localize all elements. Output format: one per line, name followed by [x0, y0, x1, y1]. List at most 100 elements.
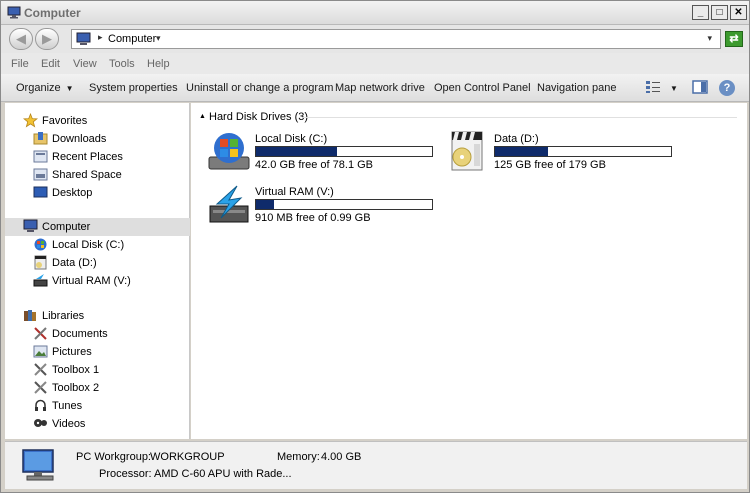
explorer-window: Computer _ □ ✕ ◀ ▶ ▸ Computer ▾ ▾ ⇄ File… — [0, 0, 750, 493]
menu-help[interactable]: Help — [147, 58, 170, 70]
computer-icon — [22, 449, 54, 481]
nav-item-desktop[interactable]: Desktop — [5, 184, 190, 202]
memory-value: 4.00 GB — [321, 451, 362, 463]
menu-view[interactable]: View — [73, 58, 97, 70]
shared-folder-icon — [33, 168, 48, 181]
nav-item-label: Data (D:) — [52, 257, 97, 269]
data-drive-icon — [34, 255, 47, 270]
uninstall-program-button[interactable]: Uninstall or change a program — [186, 82, 333, 94]
refresh-button[interactable]: ⇄ — [725, 31, 743, 47]
processor-label: Processor: — [99, 468, 152, 480]
address-row: ◀ ▶ ▸ Computer ▾ ▾ ⇄ — [1, 25, 749, 53]
back-button[interactable]: ◀ — [9, 28, 33, 50]
nav-favorites[interactable]: Favorites — [5, 112, 190, 130]
data-drive-icon — [451, 131, 483, 171]
menu-file[interactable]: File — [11, 58, 29, 70]
windows-drive-icon — [34, 238, 47, 251]
headphones-icon — [35, 399, 46, 411]
nav-computer[interactable]: Computer — [5, 218, 190, 236]
computer-icon — [7, 6, 21, 19]
navigation-pane-button[interactable]: Navigation pane — [537, 82, 617, 94]
nav-item-toolbox-2[interactable]: Toolbox 2 — [5, 379, 190, 397]
map-network-drive-button[interactable]: Map network drive — [335, 82, 425, 94]
nav-libraries-label: Libraries — [42, 310, 85, 322]
drive-local-disk[interactable]: Local Disk (C:) 42.0 GB free of 78.1 GB — [207, 129, 437, 173]
drive-free-space: 910 MB free of 0.99 GB — [255, 212, 371, 224]
processor-value: AMD C-60 APU with Rade... — [154, 468, 292, 480]
nav-favorites-label: Favorites — [42, 115, 88, 127]
drive-free-space: 125 GB free of 179 GB — [494, 159, 606, 171]
nav-item-label: Videos — [52, 418, 86, 430]
nav-item-label: Downloads — [52, 133, 107, 145]
documents-icon — [34, 327, 47, 340]
drive-usage-fill — [495, 147, 548, 156]
command-bar: Organize ▼ System properties Uninstall or… — [1, 74, 749, 102]
downloads-folder-icon — [33, 132, 48, 145]
nav-item-label: Documents — [52, 328, 108, 340]
change-view-icon[interactable] — [645, 80, 661, 94]
address-history-dropdown-icon[interactable]: ▾ — [707, 33, 712, 44]
close-button[interactable]: ✕ — [730, 5, 747, 20]
pictures-icon — [33, 345, 48, 358]
group-header[interactable]: Hard Disk Drives (3) — [209, 111, 308, 123]
system-properties-button[interactable]: System properties — [89, 82, 178, 94]
nav-item-documents[interactable]: Documents — [5, 325, 190, 343]
title-bar[interactable]: Computer _ □ ✕ — [1, 1, 749, 25]
address-bar[interactable]: ▸ Computer ▾ ▾ — [71, 29, 721, 49]
drive-name: Local Disk (C:) — [255, 133, 328, 145]
nav-item-label: Pictures — [52, 346, 92, 358]
drive-usage-bar — [255, 146, 433, 157]
help-button[interactable]: ? — [719, 80, 735, 96]
nav-item-videos[interactable]: Videos — [5, 415, 190, 433]
star-icon — [23, 113, 38, 128]
computer-icon — [76, 32, 91, 45]
nav-item-local-disk[interactable]: Local Disk (C:) — [5, 236, 190, 254]
workgroup-value: WORKGROUP — [150, 451, 225, 463]
maximize-button[interactable]: □ — [711, 5, 728, 20]
preview-pane-icon[interactable] — [692, 80, 708, 94]
drive-name: Virtual RAM (V:) — [255, 186, 334, 198]
tools-icon — [34, 381, 47, 394]
breadcrumb-computer[interactable]: Computer — [108, 33, 156, 45]
nav-item-downloads[interactable]: Downloads — [5, 130, 190, 148]
nav-item-shared-space[interactable]: Shared Space — [5, 166, 190, 184]
nav-item-label: Toolbox 1 — [52, 364, 100, 376]
drive-data[interactable]: Data (D:) 125 GB free of 179 GB — [446, 129, 676, 173]
window-title: Computer — [24, 6, 81, 20]
chevron-down-icon: ▼ — [65, 84, 74, 93]
nav-item-label: Virtual RAM (V:) — [52, 275, 131, 287]
nav-item-label: Local Disk (C:) — [52, 239, 125, 251]
nav-item-tunes[interactable]: Tunes — [5, 397, 190, 415]
nav-libraries[interactable]: Libraries — [5, 307, 190, 325]
drive-free-space: 42.0 GB free of 78.1 GB — [255, 159, 374, 171]
virtual-ram-drive-icon — [33, 274, 48, 287]
breadcrumb-dropdown-icon[interactable]: ▾ — [156, 33, 161, 44]
organize-label: Organize — [16, 82, 61, 94]
details-pane: PC Workgroup: WORKGROUP Memory: 4.00 GB … — [5, 441, 747, 489]
nav-item-recent-places[interactable]: Recent Places — [5, 148, 190, 166]
drive-usage-fill — [256, 147, 337, 156]
forward-button[interactable]: ▶ — [35, 28, 59, 50]
organize-button[interactable]: Organize ▼ — [16, 82, 74, 94]
content-area: ▲ Hard Disk Drives (3) Local Disk (C:) 4… — [191, 103, 747, 439]
breadcrumb-separator[interactable]: ▸ — [98, 32, 103, 43]
nav-item-virtual-ram[interactable]: Virtual RAM (V:) — [5, 272, 190, 290]
nav-item-data[interactable]: Data (D:) — [5, 254, 190, 272]
menu-edit[interactable]: Edit — [41, 58, 60, 70]
drive-usage-fill — [256, 200, 274, 209]
minimize-button[interactable]: _ — [692, 5, 709, 20]
view-options-dropdown-icon[interactable]: ▼ — [670, 84, 678, 93]
virtual-ram-drive-icon — [209, 185, 249, 223]
collapse-group-icon[interactable]: ▲ — [199, 113, 206, 120]
nav-item-pictures[interactable]: Pictures — [5, 343, 190, 361]
drive-virtual-ram[interactable]: Virtual RAM (V:) 910 MB free of 0.99 GB — [207, 182, 437, 226]
open-control-panel-button[interactable]: Open Control Panel — [434, 82, 531, 94]
workgroup-label: PC Workgroup: — [76, 451, 151, 463]
drive-name: Data (D:) — [494, 133, 539, 145]
navigation-pane: Favorites Downloads Recent Places Shared… — [5, 103, 190, 439]
nav-item-label: Shared Space — [52, 169, 122, 181]
menu-tools[interactable]: Tools — [109, 58, 135, 70]
menu-bar: File Edit View Tools Help — [1, 53, 749, 74]
nav-item-toolbox-1[interactable]: Toolbox 1 — [5, 361, 190, 379]
desktop-icon — [33, 186, 48, 198]
